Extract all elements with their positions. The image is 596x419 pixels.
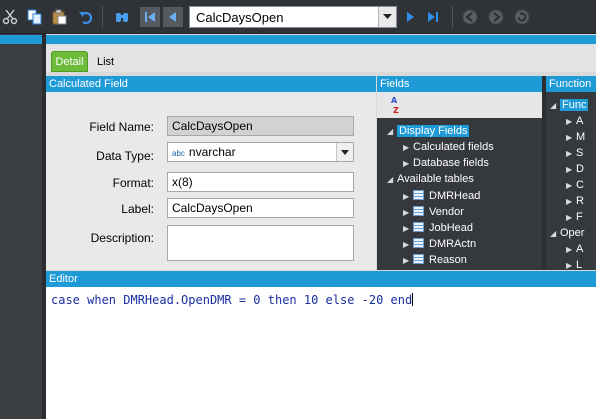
table-icon: [413, 222, 424, 232]
left-rail: [0, 34, 42, 419]
description-field[interactable]: [167, 225, 354, 261]
tree-operator-item[interactable]: ▶ A: [566, 241, 583, 257]
refresh-icon[interactable]: [512, 7, 532, 27]
cut-icon[interactable]: [0, 7, 20, 27]
tree-available-tables[interactable]: ◢ Available tables: [387, 171, 474, 187]
copy-icon[interactable]: [25, 7, 45, 27]
record-combo-value: CalcDaysOpen: [196, 10, 284, 25]
svg-text:A: A: [391, 96, 398, 105]
tree-table-label: Vendor: [429, 206, 464, 218]
tree-function-item-label: F: [576, 211, 583, 223]
tree-database-fields[interactable]: ▶ Database fields: [403, 155, 489, 171]
tree-database-fields-label: Database fields: [413, 157, 489, 169]
description-label: Description:: [90, 231, 154, 245]
table-icon: [413, 238, 424, 248]
tree-function-item-label: C: [576, 179, 584, 191]
tree-table[interactable]: ▶ Vendor: [403, 204, 464, 220]
tab-bar: Detail List: [46, 45, 596, 72]
sort-az-icon[interactable]: AZ: [390, 95, 404, 118]
tree-operator-item[interactable]: ▶ L: [566, 257, 582, 270]
text-caret: [412, 293, 414, 306]
tree-function-item[interactable]: ▶ R: [566, 193, 584, 209]
tab-list[interactable]: List: [97, 56, 114, 68]
tree-function-item-label: A: [576, 115, 584, 127]
tree-table-label: Reason: [429, 254, 467, 266]
tree-table[interactable]: ▶ DMRActn: [403, 236, 476, 252]
record-combo[interactable]: CalcDaysOpen: [189, 6, 397, 28]
label-label: Label:: [121, 202, 154, 216]
tree-available-tables-label: Available tables: [397, 173, 474, 185]
label-field[interactable]: CalcDaysOpen: [167, 198, 354, 218]
tree-table[interactable]: ▶ JobHead: [403, 220, 473, 236]
paste-icon[interactable]: [50, 7, 70, 27]
field-name-field[interactable]: CalcDaysOpen: [167, 116, 354, 136]
table-icon: [413, 190, 424, 200]
fields-header: Fields: [377, 76, 542, 92]
calc-field-header: Calculated Field: [46, 76, 376, 92]
data-type-select[interactable]: abc nvarchar: [167, 142, 354, 162]
tree-table-label: JobHead: [429, 222, 474, 234]
table-icon: [413, 206, 424, 216]
main-window: Detail List Calculated Field Field Name:…: [46, 34, 596, 419]
tree-function-item-label: R: [576, 195, 584, 207]
tree-calculated-fields-label: Calculated fields: [413, 141, 494, 153]
field-name-label: Field Name:: [89, 120, 154, 134]
code-editor[interactable]: case when DMRHead.OpenDMR = 0 then 10 el…: [51, 293, 414, 307]
last-record-icon[interactable]: [423, 7, 443, 27]
tree-operator-item-label: A: [576, 243, 584, 255]
tree-display-fields-label: Display Fields: [397, 125, 470, 137]
tab-detail[interactable]: Detail: [51, 51, 88, 72]
tree-functions-label: Func: [560, 99, 589, 111]
tree-function-item[interactable]: ▶ A: [566, 113, 583, 129]
toolbar: CalcDaysOpen: [0, 0, 596, 34]
tree-function-item[interactable]: ▶ D: [566, 161, 584, 177]
tree-display-fields[interactable]: ◢ Display Fields: [387, 123, 470, 139]
tree-function-item[interactable]: ▶ F: [566, 209, 583, 225]
tree-operators[interactable]: ◢ Oper: [550, 225, 584, 241]
editor-panel[interactable]: case when DMRHead.OpenDMR = 0 then 10 el…: [46, 287, 596, 419]
tree-table[interactable]: ▶ DMRHead: [403, 188, 480, 204]
data-type-value: nvarchar: [188, 145, 236, 159]
svg-text:Z: Z: [393, 106, 399, 115]
tree-table[interactable]: ▶ Reason: [403, 252, 467, 268]
tree-function-item[interactable]: ▶ S: [566, 145, 583, 161]
undo-icon[interactable]: [76, 7, 96, 27]
data-type-prefix: abc: [172, 149, 185, 158]
first-record-icon[interactable]: [140, 7, 160, 27]
tree-operator-item-label: L: [576, 259, 583, 270]
next-record-icon[interactable]: [400, 7, 420, 27]
back-icon[interactable]: [460, 7, 480, 27]
data-type-label: Data Type:: [96, 149, 154, 163]
calc-field-panel: Field Name: CalcDaysOpen Data Type: abc n…: [46, 92, 376, 270]
tree-function-item[interactable]: ▶ C: [566, 177, 584, 193]
tree-function-item[interactable]: ▶ M: [566, 129, 585, 145]
tree-operators-label: Oper: [560, 227, 585, 239]
tree-table-label: DMRActn: [429, 238, 477, 250]
tree-calculated-fields[interactable]: ▶ Calculated fields: [403, 139, 494, 155]
functions-panel: ◢ Func ▶ A ▶ M ▶ S ▶ D ▶ C ▶ R ▶ F ◢ Oper ▶ A ▶ L: [546, 92, 596, 270]
tree-functions[interactable]: ◢ Func: [550, 97, 589, 113]
previous-record-icon[interactable]: [163, 7, 183, 27]
format-field[interactable]: x(8): [167, 172, 354, 192]
editor-header: Editor: [46, 271, 596, 287]
tree-table-label: DMRHead: [429, 190, 481, 202]
forward-icon[interactable]: [486, 7, 506, 27]
chevron-down-icon[interactable]: [336, 143, 353, 161]
tree-function-item-label: S: [576, 147, 584, 159]
fields-panel: AZ ◢ Display Fields ▶ Calculated fields ▶ D…: [377, 92, 542, 270]
tree-function-item-label: M: [576, 131, 586, 143]
chevron-down-icon[interactable]: [378, 7, 396, 27]
code-text: case when DMRHead.OpenDMR = 0 then 10 el…: [51, 293, 413, 307]
fields-toolbar: AZ: [377, 92, 542, 118]
functions-header: Function: [546, 76, 596, 92]
find-icon[interactable]: [112, 7, 132, 27]
format-label: Format:: [112, 176, 154, 190]
table-icon: [413, 254, 424, 264]
tree-function-item-label: D: [576, 163, 584, 175]
